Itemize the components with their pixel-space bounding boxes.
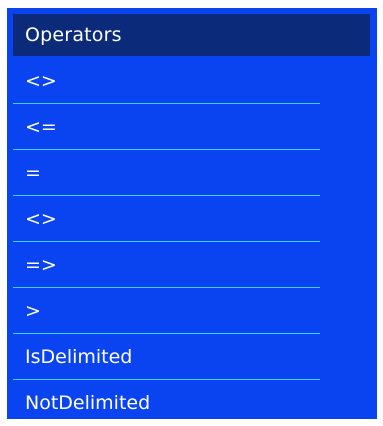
operator-item-greater[interactable]: > (13, 288, 370, 334)
panel-title: Operators (13, 14, 370, 56)
operator-item-not-equal-2[interactable]: <> (13, 196, 370, 242)
operators-panel: Operators <> <= = <> => > IsDelimited No… (7, 8, 377, 419)
operator-item-equal[interactable]: = (13, 150, 370, 196)
operator-item-less-or-equal[interactable]: <= (13, 104, 370, 150)
operator-item-greater-or-equal[interactable]: => (13, 242, 370, 288)
operator-item-not-delimited[interactable]: NotDelimited (13, 380, 370, 426)
operator-item-not-equal[interactable]: <> (13, 58, 370, 104)
operator-item-is-delimited[interactable]: IsDelimited (13, 334, 370, 380)
operators-list: <> <= = <> => > IsDelimited NotDelimited (13, 58, 370, 426)
